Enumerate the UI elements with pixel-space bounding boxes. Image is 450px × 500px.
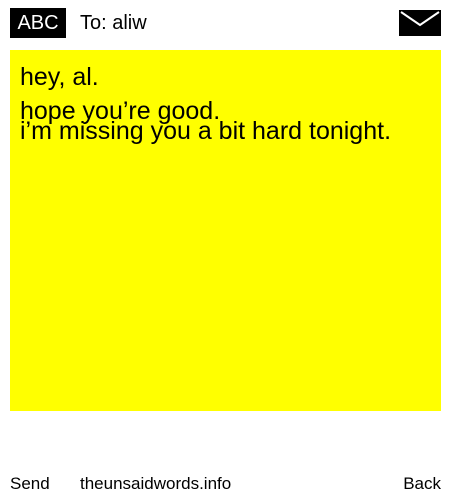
message-line: hey, al. xyxy=(20,63,99,91)
footer-bar: Send theunsaidwords.info Back xyxy=(0,470,450,498)
site-link[interactable]: theunsaidwords.info xyxy=(80,470,231,498)
header-bar: ABC To: aliw xyxy=(0,0,450,44)
back-button[interactable]: Back xyxy=(403,470,441,498)
message-line: i’m missing you a bit hard tonight. xyxy=(20,117,392,145)
send-button[interactable]: Send xyxy=(10,470,50,498)
recipient-label: To: aliw xyxy=(80,12,147,34)
abc-button[interactable]: ABC xyxy=(10,8,66,38)
message-note[interactable]: hey, al. hope you’re good. i’m missing y… xyxy=(10,50,441,411)
envelope-icon[interactable] xyxy=(399,10,441,36)
